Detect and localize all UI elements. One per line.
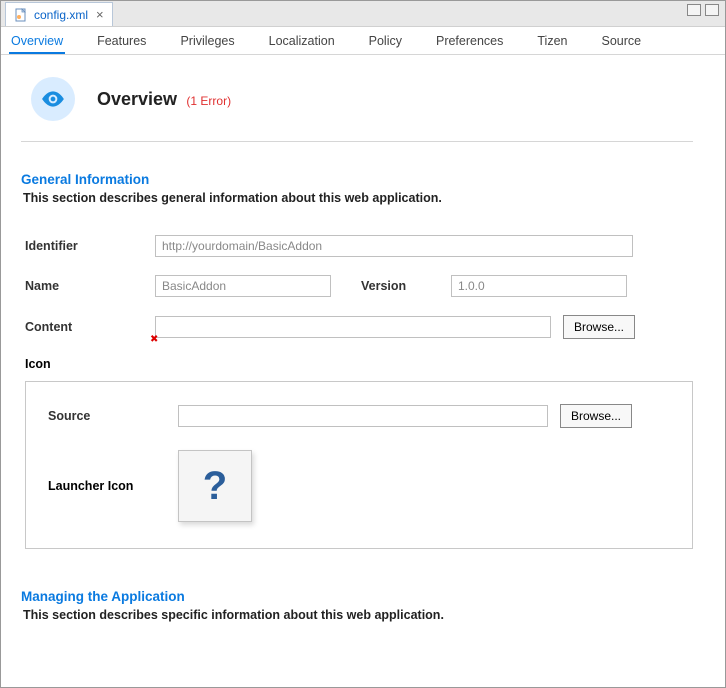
tab-localization[interactable]: Localization [267,28,337,54]
version-field[interactable] [451,275,627,297]
page-title-wrap: Overview (1 Error) [97,89,231,110]
maximize-button[interactable] [705,4,719,16]
label-name: Name [25,279,155,293]
launcher-icon-preview: ? [178,450,252,522]
row-identifier: Identifier [25,235,693,257]
xml-file-icon [14,8,28,22]
error-icon: ✖ [150,334,158,345]
section-managing: Managing the Application This section de… [21,589,693,622]
tab-privileges[interactable]: Privileges [178,28,236,54]
label-source: Source [48,409,178,423]
row-launcher: Launcher Icon ? [48,450,672,522]
tab-tizen[interactable]: Tizen [535,28,569,54]
content-scroll[interactable]: Overview (1 Error) General Information T… [1,55,713,687]
section-managing-title: Managing the Application [21,589,693,604]
editor-tabs: Overview Features Privileges Localizatio… [1,27,725,55]
section-general-desc: This section describes general informati… [23,191,693,205]
label-icon-section: Icon [25,357,693,371]
label-launcher: Launcher Icon [48,479,178,493]
section-managing-desc: This section describes specific informat… [23,608,693,622]
source-field[interactable] [178,405,548,427]
file-tab-label: config.xml [34,8,88,22]
row-source: Source Browse... [48,404,672,428]
close-icon[interactable]: × [94,7,106,22]
identifier-field[interactable] [155,235,633,257]
browse-content-button[interactable]: Browse... [563,315,635,339]
section-general-title: General Information [21,172,693,187]
tab-features[interactable]: Features [95,28,148,54]
titlebar: config.xml × [1,1,725,27]
minimize-button[interactable] [687,4,701,16]
overview-icon [31,77,75,121]
tab-source[interactable]: Source [600,28,644,54]
page-header: Overview (1 Error) [21,69,693,142]
error-count: (1 Error) [186,94,231,108]
content-field[interactable] [155,316,551,338]
icon-box: Source Browse... Launcher Icon ? [25,381,693,549]
tab-overview[interactable]: Overview [9,28,65,54]
tab-policy[interactable]: Policy [367,28,404,54]
app-window: config.xml × Overview Features Privilege… [0,0,726,688]
page-title: Overview [97,89,177,109]
row-content: Content Browse... ✖ [25,315,693,339]
label-version: Version [361,279,451,293]
file-tab[interactable]: config.xml × [5,2,113,26]
browse-source-button[interactable]: Browse... [560,404,632,428]
tab-preferences[interactable]: Preferences [434,28,505,54]
general-form: Identifier Name Version Content Browse..… [21,235,693,549]
label-identifier: Identifier [25,239,155,253]
name-field[interactable] [155,275,331,297]
label-content: Content [25,320,155,334]
window-controls [687,4,719,16]
row-name-version: Name Version [25,275,693,297]
content-wrap: Overview (1 Error) General Information T… [1,55,725,687]
